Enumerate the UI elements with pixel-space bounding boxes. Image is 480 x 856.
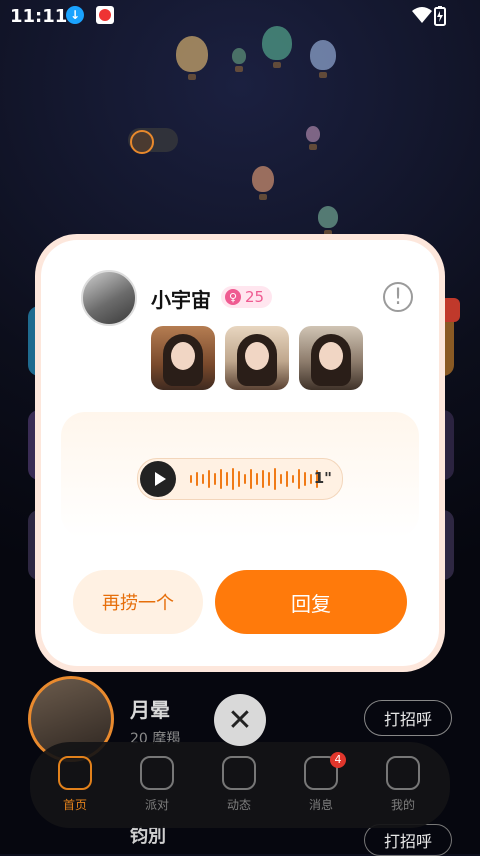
unread-badge: 4 <box>330 752 346 768</box>
profile-photo-2[interactable] <box>225 326 289 390</box>
female-icon: ♀ <box>225 289 241 305</box>
side-badge <box>440 298 460 322</box>
age-value: 25 <box>245 288 265 306</box>
voice-player[interactable]: 1" <box>137 458 343 500</box>
reply-button[interactable]: 回复 <box>215 570 407 634</box>
star-icon <box>222 756 256 790</box>
tab-label: 派对 <box>144 798 169 812</box>
greet-button[interactable]: 打招呼 <box>364 700 452 736</box>
tab-me[interactable]: 我的 <box>368 756 438 813</box>
profile-photo-3[interactable] <box>299 326 363 390</box>
voice-message-panel: 1" <box>61 412 419 538</box>
tab-moments[interactable]: 动态 <box>204 756 274 813</box>
age-badge: ♀ 25 <box>221 286 273 308</box>
close-button[interactable]: ✕ <box>214 694 266 746</box>
waveform <box>190 467 318 491</box>
tab-home[interactable]: 首页 <box>40 756 110 813</box>
tab-label: 首页 <box>62 798 87 812</box>
tab-label: 消息 <box>308 798 333 812</box>
voice-match-modal: 小宇宙 ♀ 25 ! 1" 再捞一个 回复 <box>41 240 439 666</box>
greet-button[interactable]: 打招呼 <box>364 824 452 856</box>
report-warning-icon[interactable]: ! <box>383 282 413 312</box>
voice-duration: 1" <box>313 469 332 487</box>
tab-messages[interactable]: 4 消息 <box>286 752 356 813</box>
tab-label: 动态 <box>226 798 251 812</box>
close-icon: ✕ <box>227 702 253 738</box>
profile-photo-1[interactable] <box>151 326 215 390</box>
avatar[interactable] <box>81 270 137 326</box>
user-name: 月晕 <box>130 698 170 722</box>
play-icon[interactable] <box>140 461 176 497</box>
next-match-button[interactable]: 再捞一个 <box>73 570 203 634</box>
smile-icon <box>386 756 420 790</box>
party-icon <box>140 756 174 790</box>
tab-label: 我的 <box>390 798 415 812</box>
profile-name: 小宇宙 <box>151 288 211 312</box>
home-icon <box>58 756 92 790</box>
tab-party[interactable]: 派对 <box>122 756 192 813</box>
bottom-tab-bar: 首页 派对 动态 4 消息 我的 <box>30 742 450 828</box>
